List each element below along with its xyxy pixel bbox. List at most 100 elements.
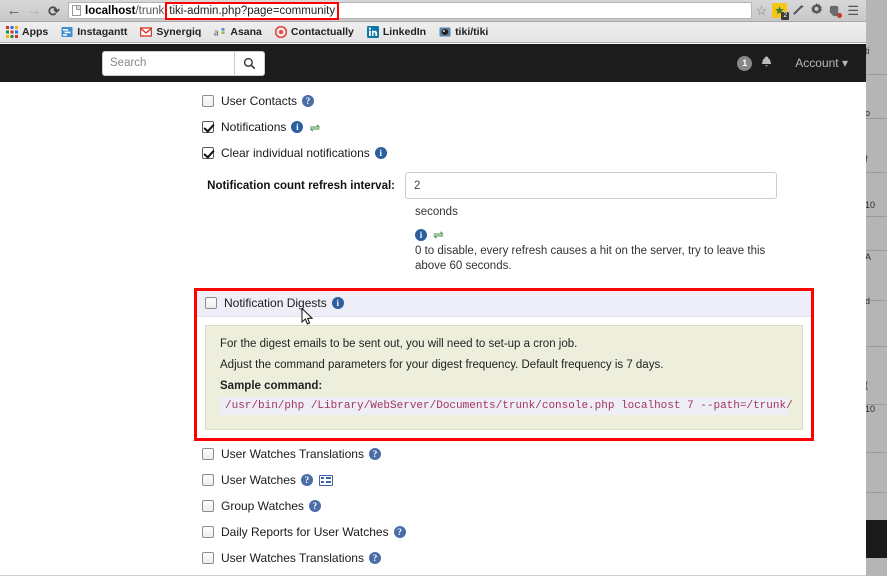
extension-badge-count: 2 bbox=[781, 12, 790, 20]
notification-interval-label: Notification count refresh interval: bbox=[207, 179, 395, 192]
bookmark-label: Instagantt bbox=[77, 26, 128, 38]
notification-digests-header[interactable]: Notification Digests i bbox=[197, 291, 811, 317]
clear-individual-notifications-checkbox[interactable] bbox=[202, 147, 214, 159]
help-question-icon[interactable]: ? bbox=[368, 448, 381, 460]
notification-interval-input[interactable] bbox=[405, 172, 777, 199]
setting-user-watches[interactable]: User Watches ? bbox=[0, 467, 866, 493]
digest-line-2: Adjust the command parameters for your d… bbox=[220, 359, 664, 371]
setting-user-watches-translations-2[interactable]: User Watches Translations ? bbox=[0, 545, 866, 571]
help-info-icon[interactable]: i bbox=[374, 147, 387, 159]
bookmark-label: tiki/tiki bbox=[455, 26, 489, 38]
digest-line-1: For the digest emails to be sent out, yo… bbox=[220, 338, 578, 350]
notifications-checkbox[interactable] bbox=[202, 121, 214, 133]
evernote-icon[interactable] bbox=[828, 4, 843, 18]
setting-group-watches[interactable]: Group Watches ? bbox=[0, 493, 866, 519]
user-watches-translations-checkbox-2[interactable] bbox=[202, 552, 214, 564]
browser-toolbar: ← → ⟳ localhost/trunk tiki-admin.php?pag… bbox=[0, 0, 866, 22]
gmail-icon bbox=[140, 27, 153, 37]
settings-form: User Contacts ? Notifications i ⇌ Clear … bbox=[0, 82, 866, 571]
reload-button[interactable]: ⟳ bbox=[44, 4, 64, 18]
bookmark-label: LinkedIn bbox=[382, 26, 427, 38]
setting-label: User Watches Translations bbox=[221, 447, 364, 461]
svg-text:a: a bbox=[214, 28, 219, 39]
back-button[interactable]: ← bbox=[4, 3, 24, 18]
apps-grid-icon bbox=[6, 26, 18, 38]
setting-label: Notification Digests bbox=[224, 296, 327, 310]
help-info-icon[interactable]: i bbox=[291, 121, 304, 133]
list-icon[interactable] bbox=[318, 474, 333, 486]
user-watches-translations-checkbox[interactable] bbox=[202, 448, 214, 460]
setting-label: User Watches bbox=[221, 473, 296, 487]
setting-label: Clear individual notifications bbox=[221, 146, 370, 160]
bookmark-synergiq[interactable]: Synergiq bbox=[140, 26, 201, 38]
setting-user-contacts[interactable]: User Contacts ? bbox=[0, 88, 866, 114]
bookmark-contactually[interactable]: Contactually bbox=[274, 26, 354, 38]
asana-icon: a bbox=[214, 28, 225, 39]
bookmark-asana[interactable]: a Asana bbox=[214, 26, 262, 38]
setting-notifications[interactable]: Notifications i ⇌ bbox=[0, 114, 866, 140]
help-question-icon[interactable]: ? bbox=[302, 95, 315, 107]
digest-sample-title: Sample command: bbox=[220, 380, 323, 392]
bookmark-label: Contactually bbox=[290, 26, 354, 38]
user-contacts-checkbox[interactable] bbox=[202, 95, 214, 107]
bookmark-star-icon[interactable]: ☆ bbox=[756, 4, 768, 17]
notification-interval-units: seconds i ⇌ 0 to disable, every refresh … bbox=[0, 199, 866, 274]
search-button[interactable] bbox=[234, 50, 265, 76]
setting-label: Group Watches bbox=[221, 499, 304, 513]
wand-icon[interactable] bbox=[792, 3, 805, 18]
search-input[interactable] bbox=[102, 50, 234, 76]
address-bar[interactable]: localhost/trunk tiki-admin.php?page=comm… bbox=[68, 1, 752, 20]
notification-digests-body: For the digest emails to be sent out, yo… bbox=[205, 325, 803, 430]
bell-icon[interactable] bbox=[761, 56, 772, 71]
toolbar-right-icons: ☆ 2 ☰ bbox=[756, 3, 862, 20]
bookmark-linkedin[interactable]: LinkedIn bbox=[366, 26, 427, 38]
daily-reports-checkbox[interactable] bbox=[202, 526, 214, 538]
setting-label: User Watches Translations bbox=[221, 551, 364, 565]
bookmark-tiki[interactable]: tiki/tiki bbox=[439, 26, 488, 38]
bookmark-instagantt[interactable]: Instagantt bbox=[61, 26, 127, 38]
bookmarks-bar: Apps Instagantt Synergiq a Asana Contact… bbox=[0, 22, 866, 43]
help-question-icon[interactable]: ? bbox=[308, 500, 321, 512]
background-window-sliver: ti o f 10 A d ( 10 bbox=[863, 0, 887, 576]
notification-digests-checkbox[interactable] bbox=[205, 297, 217, 309]
group-watches-checkbox[interactable] bbox=[202, 500, 214, 512]
site-search bbox=[102, 50, 265, 76]
bookmark-label: Synergiq bbox=[156, 26, 202, 38]
gear-icon[interactable] bbox=[810, 3, 823, 18]
account-area: 1 Account ▾ bbox=[737, 44, 848, 82]
help-info-icon[interactable]: i bbox=[331, 297, 344, 309]
help-question-icon[interactable]: ? bbox=[300, 474, 313, 486]
interval-hint-text: 0 to disable, every refresh causes a hit… bbox=[415, 245, 766, 272]
url-base: localhost/trunk bbox=[85, 4, 165, 17]
undo-arrow-icon[interactable]: ⇌ bbox=[433, 228, 444, 241]
notification-digests-section: Notification Digests i For the digest em… bbox=[194, 288, 814, 441]
bookmark-label: Apps bbox=[22, 26, 49, 38]
extension-badge-icon[interactable]: 2 bbox=[772, 3, 790, 20]
account-menu-label[interactable]: Account ▾ bbox=[795, 56, 848, 70]
setting-user-watches-translations-1[interactable]: User Watches Translations ? bbox=[0, 441, 866, 467]
interval-hint-icons: i ⇌ bbox=[415, 218, 866, 241]
undo-arrow-icon[interactable]: ⇌ bbox=[309, 121, 320, 134]
contactually-icon bbox=[274, 26, 287, 38]
help-info-icon[interactable]: i bbox=[415, 228, 427, 241]
setting-daily-reports-for-user-watches[interactable]: Daily Reports for User Watches ? bbox=[0, 519, 866, 545]
browser-window: ← → ⟳ localhost/trunk tiki-admin.php?pag… bbox=[0, 0, 866, 576]
page-content: 1 Account ▾ User Contacts ? Notification… bbox=[0, 44, 866, 576]
linkedin-icon bbox=[366, 26, 379, 38]
digest-sample-command: /usr/bin/php /Library/WebServer/Document… bbox=[220, 397, 793, 415]
help-question-icon[interactable]: ? bbox=[368, 552, 381, 564]
setting-label: Daily Reports for User Watches bbox=[221, 525, 389, 539]
forward-button[interactable]: → bbox=[24, 3, 44, 18]
user-watches-checkbox[interactable] bbox=[202, 474, 214, 486]
menu-icon[interactable]: ☰ bbox=[847, 4, 859, 17]
tiki-icon bbox=[439, 27, 451, 37]
setting-clear-individual-notifications[interactable]: Clear individual notifications i bbox=[0, 140, 866, 166]
notification-interval-row: Notification count refresh interval: bbox=[0, 166, 866, 199]
instagantt-icon bbox=[61, 27, 73, 37]
notification-count-badge[interactable]: 1 bbox=[737, 55, 753, 71]
bookmark-label: Asana bbox=[230, 26, 262, 38]
bookmark-apps[interactable]: Apps bbox=[6, 26, 48, 38]
url-highlighted-query[interactable]: tiki-admin.php?page=community bbox=[165, 1, 340, 20]
help-question-icon[interactable]: ? bbox=[393, 526, 406, 538]
seconds-label: seconds bbox=[415, 206, 458, 218]
